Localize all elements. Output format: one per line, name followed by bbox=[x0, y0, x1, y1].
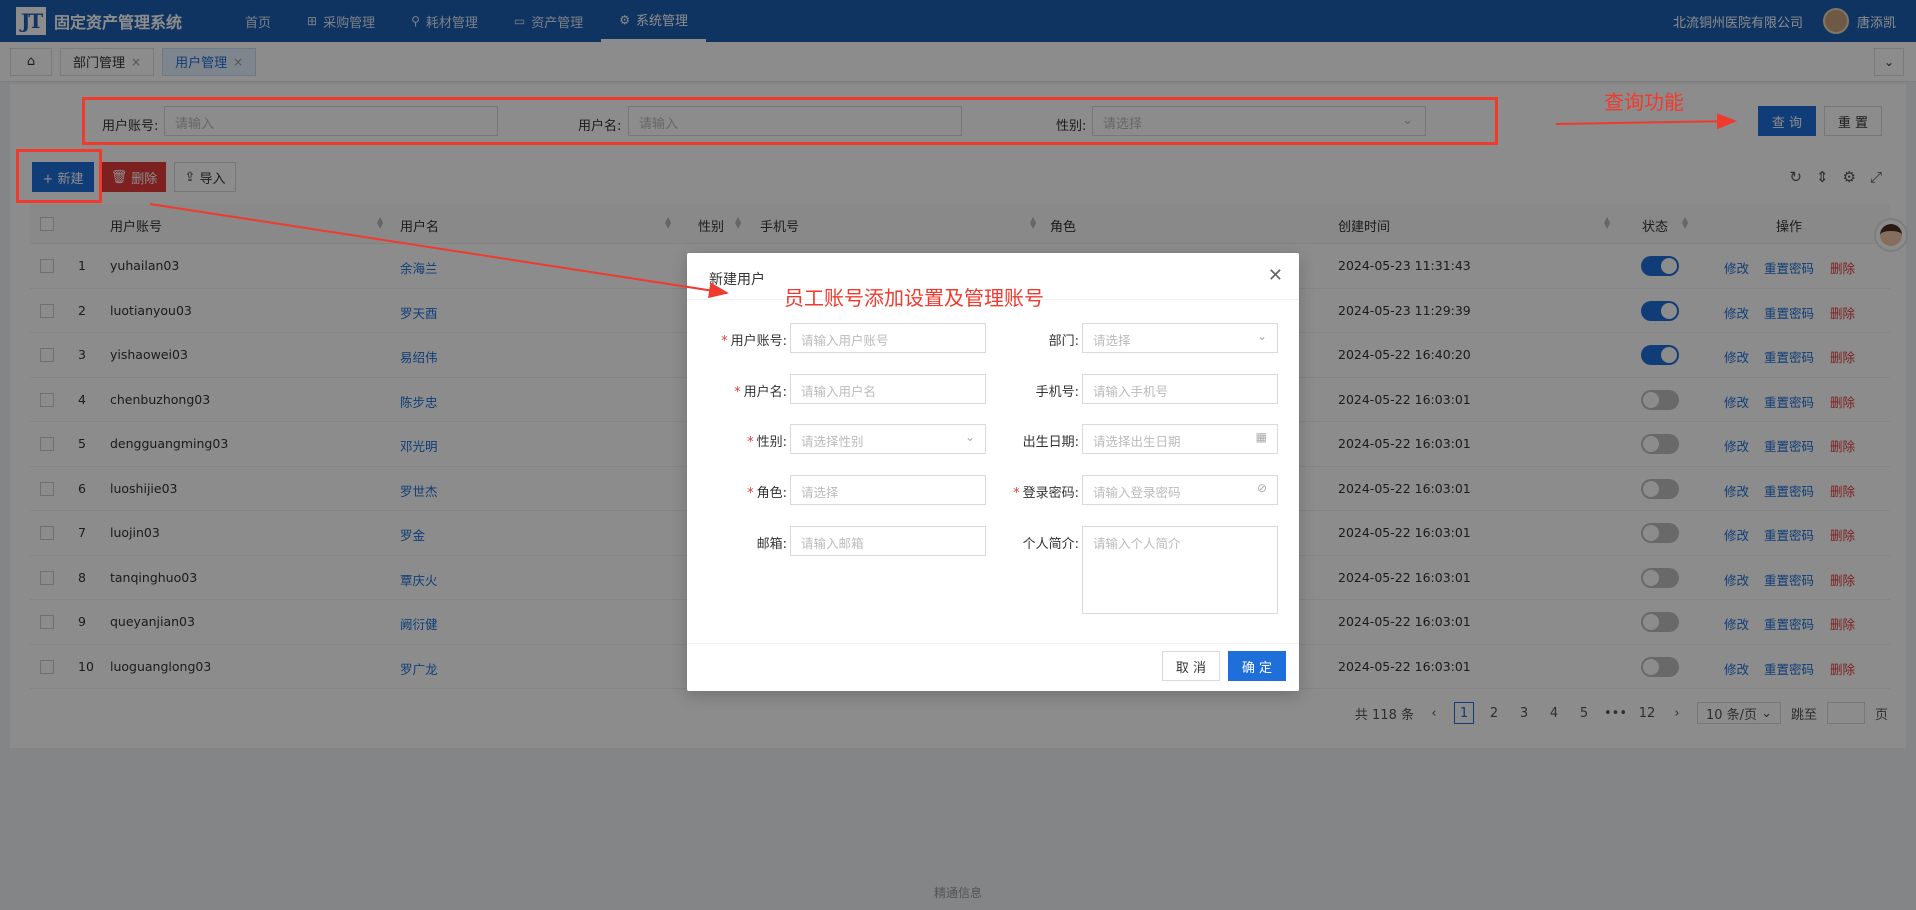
annotation-arrows bbox=[149, 113, 1737, 299]
arrow-to-dialog bbox=[149, 203, 729, 299]
arrow-to-query bbox=[1555, 113, 1737, 130]
